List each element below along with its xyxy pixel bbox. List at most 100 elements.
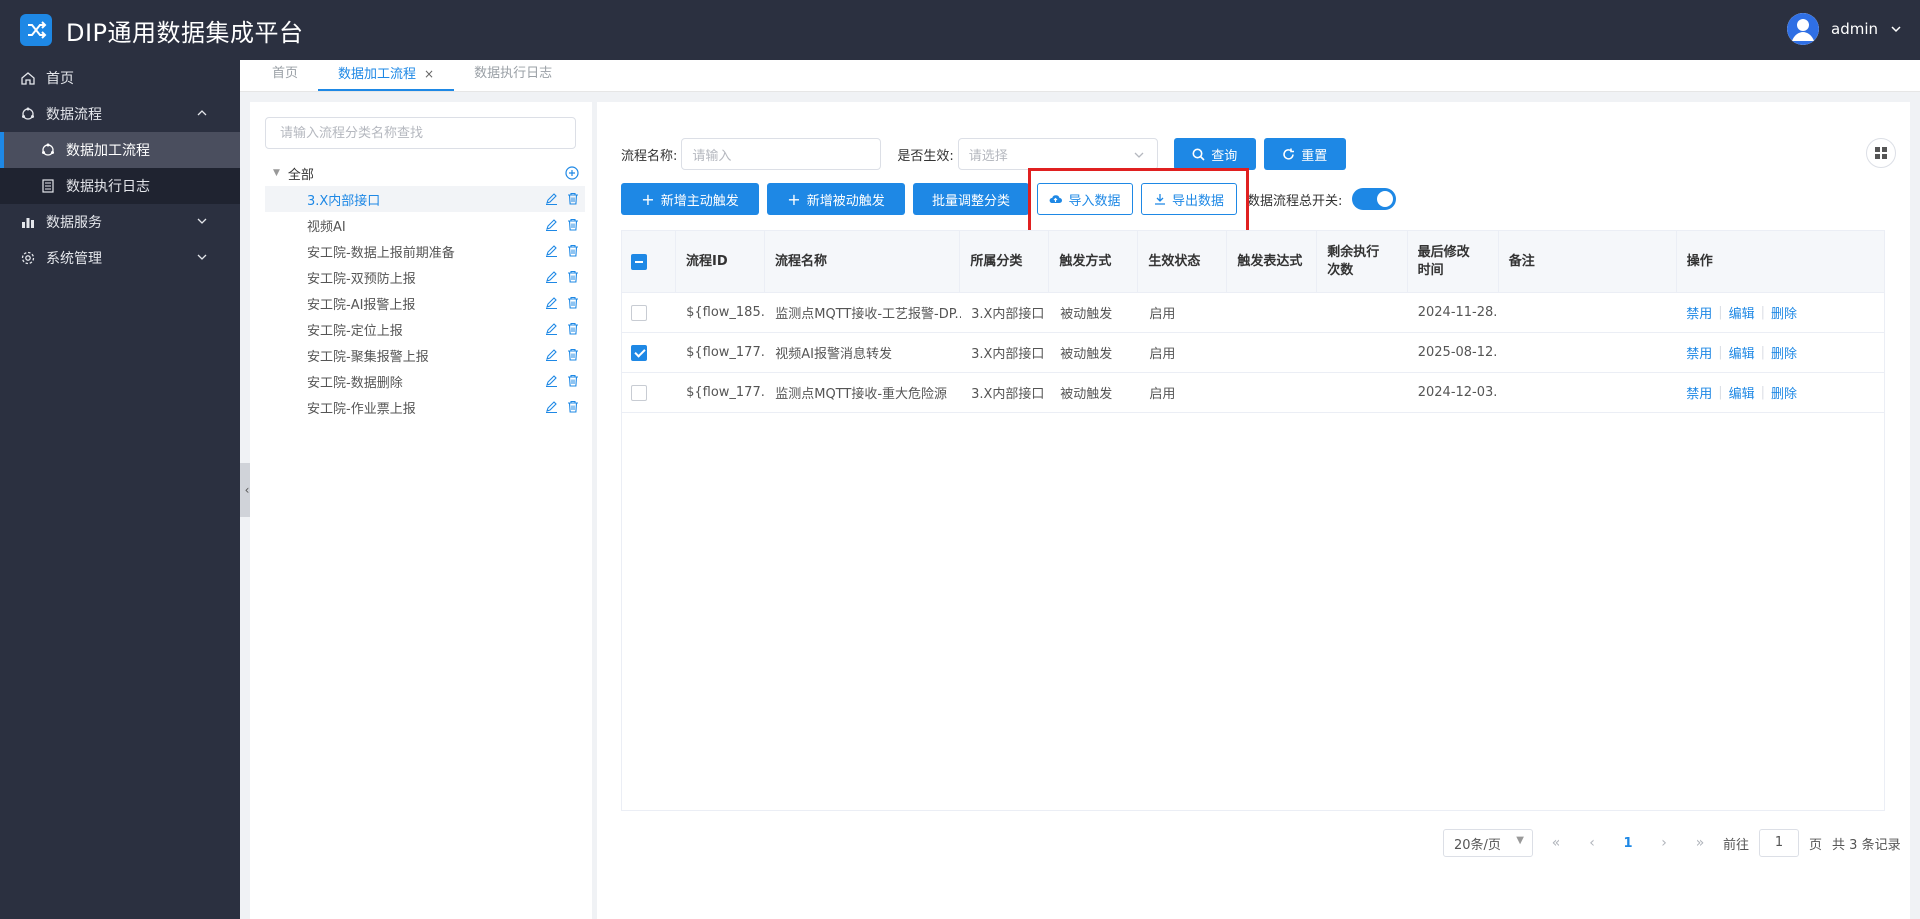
tree-node-label: 安工院-双预防上报	[307, 271, 416, 287]
avatar[interactable]	[1787, 13, 1819, 45]
user-menu[interactable]: admin	[1787, 13, 1902, 45]
table-row[interactable]: ${flow_177... 视频AI报警消息转发 3.X内部接口 被动触发 启用 2025…	[622, 333, 1884, 373]
delete-link[interactable]: 删除	[1771, 303, 1797, 322]
edit-icon[interactable]	[545, 244, 558, 261]
edit-icon[interactable]	[545, 270, 558, 287]
reset-label: 重置	[1301, 148, 1328, 164]
page-size-select[interactable]: 20条/页 ▼	[1443, 829, 1533, 857]
tree-node-label: 安工院-作业票上报	[307, 401, 416, 417]
tree-node-label: 安工院-数据上报前期准备	[307, 245, 455, 261]
filter-form: 流程名称: 请输入 是否生效: 请选择 查询 重置	[621, 138, 1346, 170]
delete-icon[interactable]	[567, 270, 579, 287]
next-page-icon[interactable]: ›	[1651, 829, 1677, 857]
disable-link[interactable]: 禁用	[1686, 383, 1712, 402]
disable-link[interactable]: 禁用	[1686, 303, 1712, 322]
tree-node[interactable]: 安工院-作业票上报	[265, 394, 585, 420]
tab-execution-log[interactable]: 数据执行日志	[454, 59, 572, 91]
category-panel: ▼ 全部 3.X内部接口视频AI 安工院-数据上报前期准备安工院-双预防上报安工院…	[250, 102, 592, 919]
close-icon[interactable]: ×	[424, 67, 434, 81]
delete-icon[interactable]	[567, 322, 579, 339]
tab-label: 数据执行日志	[474, 66, 553, 81]
category-search-input[interactable]	[265, 117, 576, 149]
query-button[interactable]: 查询	[1173, 138, 1256, 170]
column-settings-button[interactable]	[1866, 138, 1896, 168]
delete-link[interactable]: 删除	[1771, 343, 1797, 362]
current-page[interactable]: 1	[1615, 836, 1641, 851]
master-switch-toggle[interactable]	[1352, 188, 1397, 210]
tree-node[interactable]: 视频AI	[265, 212, 585, 238]
edit-icon[interactable]	[545, 322, 558, 339]
disable-link[interactable]: 禁用	[1686, 343, 1712, 362]
edit-link[interactable]: 编辑	[1729, 343, 1755, 362]
table-row[interactable]: ${flow_185... 监测点MQTT接收-工艺报警-DP... 3.X内部接口…	[622, 293, 1884, 333]
highlight-box	[1028, 168, 1249, 234]
col-trigger: 触发方式	[1049, 231, 1139, 292]
tree-root[interactable]: ▼ 全部	[265, 160, 585, 186]
edit-icon[interactable]	[545, 218, 558, 235]
tree-node[interactable]: 安工院-数据上报前期准备	[265, 238, 585, 264]
cell-modified: 2025-08-12...	[1417, 345, 1498, 360]
sidebar-item-data-service[interactable]: 数据服务	[0, 204, 240, 240]
sidebar-item-execution-log[interactable]: 数据执行日志	[0, 168, 240, 204]
sidebar-item-data-processing-flow[interactable]: 数据加工流程	[0, 132, 240, 168]
delete-icon[interactable]	[567, 192, 579, 209]
tree-node-actions	[545, 218, 579, 235]
goto-page-input[interactable]: 1	[1759, 829, 1800, 857]
edit-link[interactable]: 编辑	[1729, 383, 1755, 402]
table-row[interactable]: ${flow_177... 监测点MQTT接收-重大危险源 3.X内部接口 被动触发 启…	[622, 373, 1884, 413]
edit-link[interactable]: 编辑	[1729, 303, 1755, 322]
edit-icon[interactable]	[545, 400, 558, 417]
active-select[interactable]: 请选择	[957, 138, 1158, 170]
prev-page-icon[interactable]: ‹	[1579, 829, 1605, 857]
add-active-trigger-button[interactable]: + 新增主动触发	[621, 183, 759, 215]
cell-category: 3.X内部接口	[971, 347, 1045, 362]
cell-flow-name: 监测点MQTT接收-工艺报警-DP...	[775, 307, 962, 322]
reset-button[interactable]: 重置	[1263, 138, 1346, 170]
flow-name-placeholder: 请输入	[692, 148, 732, 164]
edit-icon[interactable]	[545, 192, 558, 209]
delete-icon[interactable]	[567, 296, 579, 313]
sidebar-item-system-management[interactable]: 系统管理	[0, 240, 240, 276]
query-label: 查询	[1211, 148, 1238, 164]
tree-node[interactable]: 安工院-聚集报警上报	[265, 342, 585, 368]
tree-node[interactable]: 安工院-AI报警上报	[265, 290, 585, 316]
sidebar-item-data-flow[interactable]: 数据流程	[0, 96, 240, 132]
delete-link[interactable]: 删除	[1771, 383, 1797, 402]
flow-name-input[interactable]: 请输入	[681, 138, 882, 170]
first-page-icon[interactable]: «	[1543, 829, 1569, 857]
delete-icon[interactable]	[567, 374, 579, 391]
add-circle-icon[interactable]	[565, 166, 579, 184]
tree-node[interactable]: 安工院-双预防上报	[265, 264, 585, 290]
sidebar-item-label: 数据流程	[46, 107, 102, 123]
last-page-icon[interactable]: »	[1687, 829, 1713, 857]
batch-category-button[interactable]: 批量调整分类	[913, 183, 1029, 215]
tree-node[interactable]: 3.X内部接口	[265, 186, 585, 212]
chevron-down-icon[interactable]	[1890, 23, 1902, 35]
tab-home[interactable]: 首页	[252, 59, 318, 91]
edit-icon[interactable]	[545, 374, 558, 391]
row-select-cell	[622, 373, 676, 412]
table-header: 流程ID 流程名称 所属分类 触发方式 生效状态 触发表达式 剩余执行次数 最后…	[622, 231, 1884, 293]
cell-trigger: 被动触发	[1060, 347, 1113, 362]
row-checkbox[interactable]	[631, 384, 647, 401]
caret-down-icon[interactable]: ▼	[273, 168, 280, 178]
col-remaining: 剩余执行次数	[1317, 231, 1408, 292]
delete-icon[interactable]	[567, 218, 579, 235]
username[interactable]: admin	[1831, 20, 1878, 38]
delete-icon[interactable]	[567, 244, 579, 261]
tab-data-processing-flow[interactable]: 数据加工流程 ×	[318, 59, 455, 91]
edit-icon[interactable]	[545, 348, 558, 365]
tree-node[interactable]: 安工院-定位上报	[265, 316, 585, 342]
edit-icon[interactable]	[545, 296, 558, 313]
delete-icon[interactable]	[567, 400, 579, 417]
add-passive-trigger-button[interactable]: + 新增被动触发	[767, 183, 905, 215]
tree-node[interactable]: 安工院-数据删除	[265, 368, 585, 394]
delete-icon[interactable]	[567, 348, 579, 365]
tab-label: 数据加工流程	[338, 67, 417, 82]
tree-node-label: 安工院-定位上报	[307, 323, 403, 339]
select-all-checkbox[interactable]	[631, 253, 647, 270]
row-checkbox[interactable]	[631, 304, 647, 321]
tree-node-label: 3.X内部接口	[307, 193, 381, 209]
sidebar-item-home[interactable]: 首页	[0, 60, 240, 96]
row-checkbox[interactable]	[631, 344, 647, 361]
